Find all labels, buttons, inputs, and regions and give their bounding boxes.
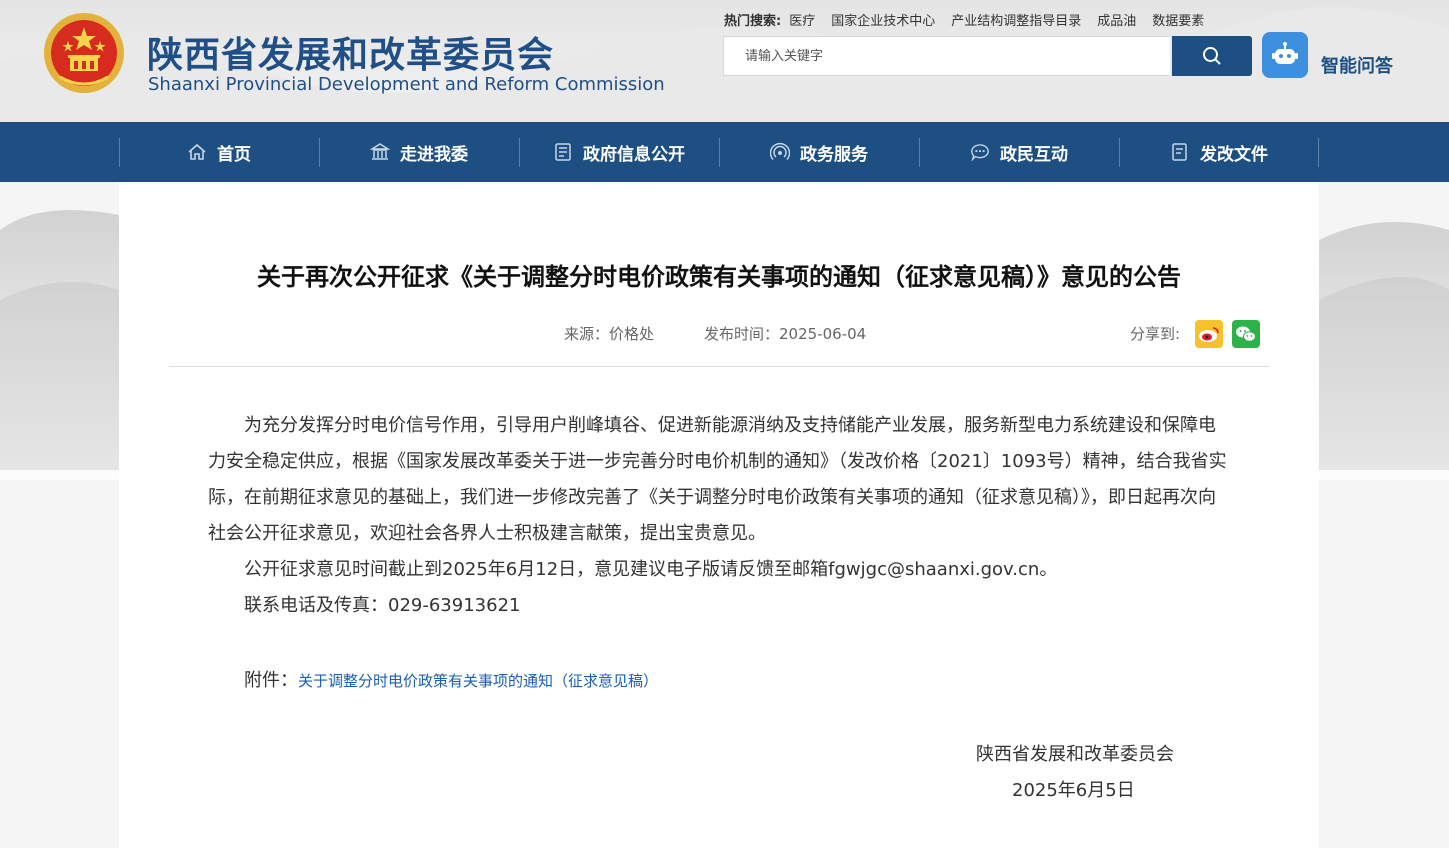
article-body: 为充分发挥分时电价信号作用，引导用户削峰填谷、促进新能源消纳及支持储能产业发展，… [208,408,1230,624]
nav-item-label: 政务服务 [800,144,868,165]
article-panel: 关于再次公开征求《关于调整分时电价政策有关事项的通知（征求意见稿）》意见的公告 … [119,182,1319,848]
article-paragraph: 公开征求意见时间截止到2025年6月12日，意见建议电子版请反馈至邮箱fgwjg… [244,559,1058,580]
nav-item-interaction[interactable]: 政民互动 [919,122,1119,182]
site-title-english: Shaanxi Provincial Development and Refor… [148,74,665,95]
building-icon [370,142,390,162]
share-label: 分享到: [1130,325,1181,343]
article-paragraph: 联系电话及传真：029-63913621 [244,595,521,616]
nav-item-info-disclosure[interactable]: 政府信息公开 [519,122,719,182]
search-button[interactable] [1172,36,1252,76]
attachment-link[interactable]: 关于调整分时电价政策有关事项的通知（征求意见稿） [298,672,658,690]
signature-organization: 陕西省发展和改革委员会 [976,744,1174,765]
title-divider [169,366,1269,367]
hot-search-item[interactable]: 数据要素 [1152,10,1204,30]
search-icon [1203,47,1221,65]
smart-qa-link[interactable]: 智能问答 [1321,52,1393,78]
document-icon [553,142,573,162]
robot-assistant-icon[interactable] [1262,32,1308,78]
nav-item-label: 政民互动 [1000,144,1068,165]
nav-item-documents[interactable]: 发改文件 [1119,122,1319,182]
national-emblem-icon [44,13,124,93]
nav-item-label: 首页 [217,144,251,165]
attachment-row: 附件：关于调整分时电价政策有关事项的通知（征求意见稿） [244,666,658,692]
main-nav: 首页 走进我委 政府信息公开 政务服务 政民互动 发改文件 [0,122,1449,182]
signature-date: 2025年6月5日 [1012,780,1135,801]
attachment-label: 附件： [244,670,298,691]
nav-item-about[interactable]: 走进我委 [319,122,519,182]
signal-icon [770,142,790,162]
nav-item-home[interactable]: 首页 [119,122,319,182]
article-source: 来源：价格处 [564,325,655,343]
hot-search-item[interactable]: 医疗 [789,10,815,30]
site-title: 陕西省发展和改革委员会 [147,35,555,76]
hot-search-item[interactable]: 成品油 [1097,10,1136,30]
hot-search-bar: 热门搜索: 医疗 国家企业技术中心 产业结构调整指导目录 成品油 数据要素 [724,10,1204,30]
nav-item-label: 发改文件 [1200,144,1268,165]
article-publish-time: 发布时间：2025-06-04 [704,325,867,343]
search-input[interactable] [723,36,1170,76]
nav-item-label: 走进我委 [400,144,468,165]
article-paragraph: 为充分发挥分时电价信号作用，引导用户削峰填谷、促进新能源消纳及支持储能产业发展，… [208,415,1227,544]
weibo-share-icon[interactable] [1195,320,1223,348]
nav-item-services[interactable]: 政务服务 [719,122,919,182]
chat-icon [970,142,990,162]
file-icon [1170,142,1190,162]
home-icon [187,142,207,162]
hot-search-item[interactable]: 国家企业技术中心 [831,10,935,30]
article-title: 关于再次公开征求《关于调整分时电价政策有关事项的通知（征求意见稿）》意见的公告 [257,263,1181,291]
hot-search-label: 热门搜索: [724,14,782,29]
wechat-share-icon[interactable] [1232,320,1260,348]
hot-search-item[interactable]: 产业结构调整指导目录 [951,10,1081,30]
site-header: 陕西省发展和改革委员会 Shaanxi Provincial Developme… [0,0,1449,122]
nav-item-label: 政府信息公开 [583,144,685,165]
